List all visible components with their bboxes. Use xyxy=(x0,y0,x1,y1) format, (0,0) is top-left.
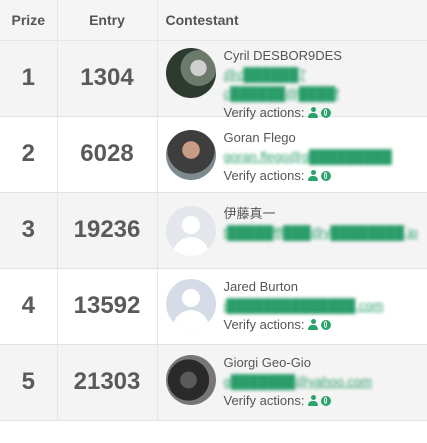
default-avatar-head xyxy=(181,216,200,234)
contestant-link[interactable]: @c██████7 xyxy=(224,65,342,84)
entry-cell: 1304 xyxy=(57,40,158,117)
contestant-column-header: Contestant xyxy=(157,0,427,41)
entry-cell: 13592 xyxy=(57,268,158,345)
globe-icon[interactable] xyxy=(321,395,332,406)
contestant-cell: Cyril DESBOR9DES @c██████7 c██████@████f… xyxy=(157,40,427,120)
avatar xyxy=(165,130,216,180)
contestant-cell: Jared Burton j██████████████.com Verify … xyxy=(157,268,427,345)
verify-actions: Verify actions: xyxy=(224,315,384,334)
prize-cell: 1 xyxy=(0,40,58,117)
entry-column-header: Entry xyxy=(57,0,158,41)
contestant-cell: Giorgi Geo-Gio g███████@yahoo.com Verify… xyxy=(157,344,427,421)
verify-label: Verify actions: xyxy=(223,317,305,332)
avatar xyxy=(165,279,216,329)
default-avatar-body xyxy=(172,310,209,329)
verify-label: Verify actions: xyxy=(223,393,305,408)
contestant-link[interactable]: t█████ffl███@y████████.jp xyxy=(224,223,418,242)
avatar xyxy=(165,48,216,98)
globe-icon[interactable] xyxy=(321,319,332,330)
prize-cell: 5 xyxy=(0,344,58,421)
contestant-name: 伊藤真一 xyxy=(223,206,276,221)
contestant-cell: 伊藤真一 t█████ffl███@y████████.jp xyxy=(157,192,427,269)
table-header-row: Prize Entry Contestant xyxy=(0,0,427,41)
table-row: 4 13592 Jared Burton j██████████████.com… xyxy=(0,268,427,345)
user-icon[interactable] xyxy=(308,395,319,406)
contestant-name: Goran Flego xyxy=(223,130,296,145)
contestant-name: Giorgi Geo-Gio xyxy=(223,355,311,370)
user-icon[interactable] xyxy=(308,170,319,181)
verify-label: Verify actions: xyxy=(223,168,305,183)
table-row: 3 19236 伊藤真一 t█████ffl███@y████████.jp xyxy=(0,192,427,269)
avatar xyxy=(165,206,216,256)
contestant-link[interactable]: g███████@yahoo.com xyxy=(224,372,373,391)
contestant-cell: Goran Flego goran.flego@g█████████ Verif… xyxy=(157,116,427,193)
verify-actions: Verify actions: xyxy=(224,166,392,185)
globe-icon[interactable] xyxy=(321,170,332,181)
entry-cell: 6028 xyxy=(57,116,158,193)
prize-column-header: Prize xyxy=(0,0,58,41)
table-row: 5 21303 Giorgi Geo-Gio g███████@yahoo.co… xyxy=(0,344,427,421)
verify-actions: Verify actions: xyxy=(224,391,373,410)
prize-cell: 3 xyxy=(0,192,58,269)
contestant-name: Jared Burton xyxy=(223,279,298,294)
user-icon[interactable] xyxy=(308,107,319,118)
entry-cell: 21303 xyxy=(57,344,158,421)
default-avatar-head xyxy=(181,289,200,307)
contestant-name: Cyril DESBOR9DES xyxy=(223,48,342,63)
contestant-link[interactable]: goran.flego@g█████████ xyxy=(224,147,392,166)
default-avatar-body xyxy=(172,237,209,256)
globe-icon[interactable] xyxy=(321,107,332,118)
contestant-link[interactable]: c██████@████f xyxy=(224,84,342,103)
entry-cell: 19236 xyxy=(57,192,158,269)
avatar xyxy=(165,355,216,405)
verify-actions: Verify actions: xyxy=(224,103,342,122)
contestant-link[interactable]: j██████████████.com xyxy=(224,296,384,315)
prize-cell: 4 xyxy=(0,268,58,345)
winners-table: Prize Entry Contestant 1 1304 Cyril DESB… xyxy=(0,0,427,421)
prize-cell: 2 xyxy=(0,116,58,193)
verify-label: Verify actions: xyxy=(223,105,305,120)
table-row: 2 6028 Goran Flego goran.flego@g████████… xyxy=(0,116,427,193)
user-icon[interactable] xyxy=(308,319,319,330)
table-row: 1 1304 Cyril DESBOR9DES @c██████7 c█████… xyxy=(0,40,427,120)
